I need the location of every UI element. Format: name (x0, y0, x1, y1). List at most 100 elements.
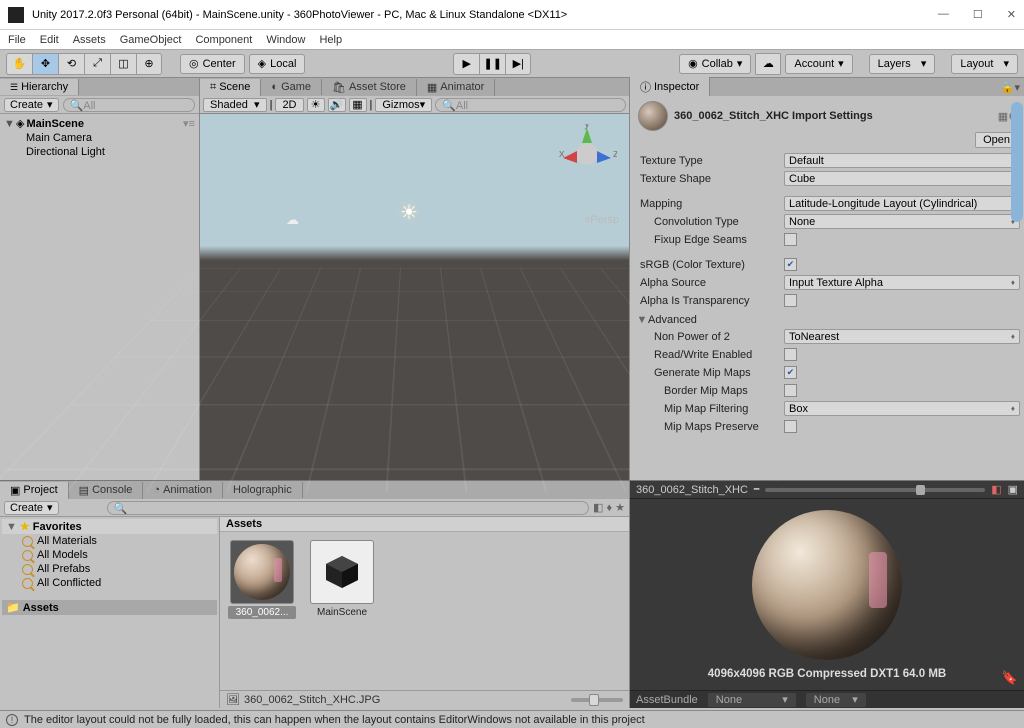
preview-alpha-icon[interactable]: ▣ (1008, 483, 1018, 496)
search-icon (22, 578, 33, 589)
rotate-tool[interactable]: ⟲ (58, 53, 84, 75)
bordermip-checkbox[interactable] (784, 384, 797, 397)
status-message: The editor layout could not be fully loa… (24, 714, 645, 726)
asset-size-slider[interactable] (571, 698, 623, 702)
preview-panel: 360_0062_Stitch_XHC ━ ◧ ▣ 4096x4096 RGB … (630, 481, 1024, 708)
menu-window[interactable]: Window (266, 34, 305, 46)
assetbundle-variant-dropdown[interactable]: None▾ (806, 693, 866, 707)
menu-component[interactable]: Component (195, 34, 252, 46)
scene-fx-toggle[interactable]: ▦ (349, 98, 367, 112)
mipfilter-dropdown[interactable]: Box♦ (784, 401, 1020, 416)
status-bar: ! The editor layout could not be fully l… (0, 710, 1024, 728)
minimize-button[interactable]: — (938, 8, 949, 21)
cloud-button[interactable]: ☁ (755, 53, 781, 75)
project-panel: ▣ Project ▤ Console ◔ Animation Holograp… (0, 481, 630, 708)
scene-audio-toggle[interactable]: 🔊 (328, 98, 346, 112)
play-button[interactable]: ▶ (453, 53, 479, 75)
preview-sphere[interactable] (752, 510, 902, 660)
hierarchy-search[interactable]: 🔍All (63, 98, 195, 112)
search-icon (22, 564, 33, 575)
scene-lighting-toggle[interactable]: ☀ (307, 98, 325, 112)
account-dropdown[interactable]: Account ▾ (785, 54, 852, 74)
camera-gizmo-icon[interactable]: ☁ (286, 212, 299, 228)
svg-text:y: y (584, 124, 590, 130)
search-icon (22, 550, 33, 561)
assets-breadcrumb[interactable]: Assets (220, 517, 629, 532)
warning-icon[interactable]: ! (6, 714, 18, 726)
svg-text:z: z (613, 148, 617, 160)
asset-scene[interactable]: MainScene (308, 540, 376, 619)
srgb-checkbox[interactable]: ✔ (784, 258, 797, 271)
preview-mip-slider[interactable] (765, 488, 985, 492)
hierarchy-scene[interactable]: ▼◈MainScene▾≡ (2, 116, 197, 131)
scene-viewport[interactable]: ☀ ☁ y z x ≡Persp (200, 114, 629, 480)
menu-file[interactable]: File (8, 34, 26, 46)
readwrite-checkbox[interactable] (784, 348, 797, 361)
npot-dropdown[interactable]: ToNearest♦ (784, 329, 1020, 344)
convolution-dropdown[interactable]: None♦ (784, 214, 1020, 229)
close-button[interactable]: ✕ (1007, 8, 1016, 21)
pause-button[interactable]: ❚❚ (479, 53, 505, 75)
alpha-source-dropdown[interactable]: Input Texture Alpha♦ (784, 275, 1020, 290)
mapping-dropdown[interactable]: Latitude-Longitude Layout (Cylindrical)♦ (784, 196, 1020, 211)
scene-shading-dropdown[interactable]: Shaded ▾ (203, 98, 267, 112)
hierarchy-item-camera[interactable]: Main Camera (2, 131, 197, 145)
collab-dropdown[interactable]: ◉ Collab ▾ (679, 54, 751, 74)
menu-gameobject[interactable]: GameObject (120, 34, 182, 46)
mippreserve-checkbox[interactable] (784, 420, 797, 433)
transform-tool[interactable]: ⊕ (136, 53, 162, 75)
tab-asset-store[interactable]: 🛍Asset Store (322, 79, 417, 96)
tab-animator[interactable]: ▦Animator (417, 79, 495, 96)
preview-rgb-icon[interactable]: ◧ (991, 483, 1001, 496)
scene-gizmos-dropdown[interactable]: Gizmos ▾ (375, 98, 432, 112)
projection-label[interactable]: ≡Persp (584, 214, 619, 226)
layout-dropdown[interactable]: Layout ▾ (951, 54, 1018, 74)
pivot-local-toggle[interactable]: ◈ Local (249, 54, 306, 74)
project-filter-icons[interactable]: ◧ ♦ ★ (593, 501, 625, 514)
layers-dropdown[interactable]: Layers ▾ (869, 54, 936, 74)
scene-search[interactable]: 🔍All (435, 98, 626, 112)
tab-inspector[interactable]: ⓘInspector (630, 77, 710, 97)
fav-all-materials[interactable]: All Materials (2, 534, 217, 548)
preview-title: 360_0062_Stitch_XHC (636, 484, 748, 496)
step-button[interactable]: ▶| (505, 53, 531, 75)
inspector-scrollbar[interactable] (1011, 102, 1023, 222)
project-footer-path: 360_0062_Stitch_XHC.JPG (244, 694, 380, 706)
hand-tool[interactable]: ✋ (6, 53, 32, 75)
texture-shape-dropdown[interactable]: Cube♦ (784, 171, 1020, 186)
menu-assets[interactable]: Assets (73, 34, 106, 46)
scene-panel: ⌗Scene ◐Game 🛍Asset Store ▦Animator Shad… (200, 78, 630, 480)
menu-help[interactable]: Help (319, 34, 342, 46)
tab-game[interactable]: ◐Game (261, 79, 322, 95)
preview-tag-icon[interactable]: 🔖 (1002, 670, 1018, 686)
tab-scene[interactable]: ⌗Scene (200, 79, 261, 96)
pivot-center-toggle[interactable]: ◎ Center (180, 54, 245, 74)
project-search[interactable]: 🔍 (107, 501, 589, 515)
hierarchy-create-dropdown[interactable]: Create ▾ (4, 98, 59, 112)
assets-folder[interactable]: 📁Assets (2, 600, 217, 615)
menu-edit[interactable]: Edit (40, 34, 59, 46)
asset-texture[interactable]: 360_0062... (228, 540, 296, 619)
fixup-checkbox[interactable] (784, 233, 797, 246)
orientation-gizmo[interactable]: y z x (557, 124, 617, 184)
inspector-lock-icon[interactable]: 🔒▾ (1001, 81, 1024, 94)
scale-tool[interactable]: ⤢ (84, 53, 110, 75)
project-create-dropdown[interactable]: Create ▾ (4, 501, 59, 515)
scene-2d-toggle[interactable]: 2D (275, 98, 303, 112)
maximize-button[interactable]: ☐ (973, 8, 983, 21)
rect-tool[interactable]: ◫ (110, 53, 136, 75)
hierarchy-item-light[interactable]: Directional Light (2, 145, 197, 159)
fav-all-prefabs[interactable]: All Prefabs (2, 562, 217, 576)
favorites-header[interactable]: ▼★Favorites (2, 519, 217, 534)
assetbundle-name-dropdown[interactable]: None▾ (708, 693, 796, 707)
light-gizmo-icon[interactable]: ☀ (400, 200, 418, 225)
titlebar: Unity 2017.2.0f3 Personal (64bit) - Main… (0, 0, 1024, 30)
move-tool[interactable]: ✥ (32, 53, 58, 75)
advanced-foldout[interactable]: ▼Advanced (636, 310, 1020, 327)
fav-all-models[interactable]: All Models (2, 548, 217, 562)
genmip-checkbox[interactable]: ✔ (784, 366, 797, 379)
fav-all-conflicted[interactable]: All Conflicted (2, 576, 217, 590)
texture-type-dropdown[interactable]: Default♦ (784, 153, 1020, 168)
alpha-transparency-checkbox[interactable] (784, 294, 797, 307)
tab-hierarchy[interactable]: ☰ Hierarchy (0, 79, 79, 95)
